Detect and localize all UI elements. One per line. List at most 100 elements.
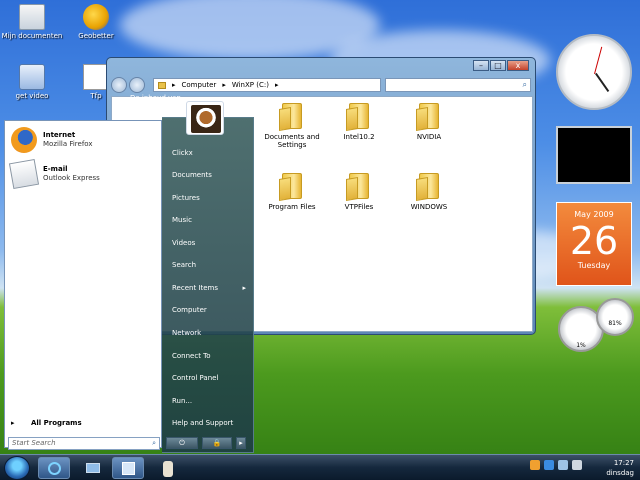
folder-item[interactable]: WINDOWS	[394, 173, 464, 211]
tray-network-icon[interactable]	[544, 460, 554, 470]
navigation-bar: ▸ Computer ▸ WinXP (C:) ▸ ⌕	[111, 76, 533, 94]
search-icon[interactable]: ⌕	[152, 438, 156, 449]
memory-meter-gadget[interactable]: 81%	[596, 298, 634, 336]
clock-hour-hand	[595, 72, 610, 93]
pinned-title: E-mail	[43, 165, 68, 173]
start-item-control-panel[interactable]: Control Panel	[172, 371, 252, 385]
user-picture[interactable]	[186, 101, 224, 135]
video-icon	[19, 64, 45, 90]
start-item-music[interactable]: Music	[172, 213, 252, 227]
taskbar-show-desktop[interactable]	[76, 457, 108, 479]
clock-time: 17:27	[613, 459, 634, 467]
desktop-icon-my-documents[interactable]: Mijn documenten	[0, 4, 64, 40]
breadcrumb-computer[interactable]: Computer	[182, 81, 217, 89]
folder-item[interactable]: Program Files	[257, 173, 327, 211]
breadcrumb-drive[interactable]: WinXP (C:)	[232, 81, 269, 89]
desktop-icon-get-video[interactable]: get video	[0, 64, 64, 100]
start-item-videos[interactable]: Videos	[172, 236, 252, 250]
folder-label: VTPFiles	[344, 203, 374, 211]
start-item-recent-items[interactable]: Recent Items ▸	[172, 281, 252, 295]
start-item-computer[interactable]: Computer	[172, 303, 252, 317]
start-item-help-and-support[interactable]: Help and Support	[172, 416, 252, 430]
folder-item[interactable]: Documents and Settings	[257, 103, 327, 149]
program-icon	[163, 461, 173, 477]
start-button[interactable]	[4, 456, 30, 480]
folder-icon	[282, 173, 302, 199]
start-item-pictures[interactable]: Pictures	[172, 191, 252, 205]
task-pane-text: De inhoud van de station	[130, 94, 181, 111]
minimize-button[interactable]: –	[473, 60, 489, 71]
taskbar-clock[interactable]: 17:27 dinsdag	[606, 458, 634, 478]
desktop-icon-label: get video	[15, 92, 49, 100]
address-bar[interactable]: ▸ Computer ▸ WinXP (C:) ▸	[153, 78, 381, 92]
start-item-network[interactable]: Network	[172, 326, 252, 340]
slideshow-gadget[interactable]	[556, 126, 632, 184]
cpu-value: 1%	[576, 342, 586, 349]
maximize-button[interactable]: □	[490, 60, 506, 71]
start-item-documents[interactable]: Documents	[172, 168, 252, 182]
monitor-icon	[86, 463, 100, 473]
pinned-subtitle: Outlook Express	[43, 174, 100, 182]
globe-icon	[83, 4, 109, 30]
all-programs-button[interactable]: ▸ All Programs	[11, 419, 82, 427]
pinned-internet[interactable]: Internet Mozilla Firefox	[9, 127, 159, 155]
breadcrumb-separator: ▸	[172, 81, 176, 89]
pinned-title: Internet	[43, 131, 76, 139]
start-search-placeholder: Start Search	[12, 439, 56, 447]
start-menu-right-pane: Clickx Documents Pictures Music Videos S…	[162, 117, 254, 453]
lock-button[interactable]: 🔒	[202, 437, 232, 449]
folder-label: WINDOWS	[410, 203, 448, 211]
folder-icon	[349, 173, 369, 199]
taskbar-explorer-window[interactable]	[112, 457, 144, 479]
start-item-run[interactable]: Run...	[172, 394, 252, 408]
calendar-day: 26	[569, 219, 619, 263]
folder-item[interactable]: Intel10.2	[324, 103, 394, 141]
taskbar: 17:27 dinsdag	[0, 454, 640, 480]
folder-label: NVIDIA	[416, 133, 442, 141]
pinned-email[interactable]: E-mail Outlook Express	[8, 158, 159, 190]
clock-gadget[interactable]	[556, 34, 632, 110]
start-menu: Internet Mozilla Firefox E-mail Outlook …	[4, 117, 254, 453]
tray-app-icon[interactable]	[530, 460, 540, 470]
desktop-icon-label: Tfp	[90, 92, 102, 100]
tray-volume-icon[interactable]	[558, 460, 568, 470]
clock-day: dinsdag	[606, 469, 634, 477]
folder-label: Program Files	[268, 203, 316, 211]
internet-explorer-icon	[48, 462, 61, 475]
folder-icon	[282, 103, 302, 129]
start-item-clickx[interactable]: Clickx	[172, 146, 252, 160]
start-item-search[interactable]: Search	[172, 258, 252, 272]
folder-icon	[158, 81, 166, 89]
chevron-right-icon: ▸	[11, 419, 15, 427]
desktop-icon-geobetter[interactable]: Geobetter	[64, 4, 128, 40]
taskbar-internet-explorer[interactable]	[38, 457, 70, 479]
calendar-month: May 2009	[574, 210, 614, 219]
explorer-icon	[122, 462, 135, 475]
close-button[interactable]: x	[507, 60, 529, 71]
documents-icon	[19, 4, 45, 30]
power-button[interactable]: ⏻	[166, 437, 198, 449]
start-item-connect-to[interactable]: Connect To	[172, 349, 252, 363]
start-item-label: Recent Items	[172, 284, 218, 292]
forward-button[interactable]	[129, 77, 145, 93]
chevron-right-icon: ▸	[242, 284, 246, 292]
calendar-weekday: Tuesday	[577, 261, 611, 270]
back-button[interactable]	[111, 77, 127, 93]
folder-item[interactable]: VTPFiles	[324, 173, 394, 211]
user-avatar	[191, 105, 221, 133]
folder-icon	[419, 173, 439, 199]
tray-security-icon[interactable]	[572, 460, 582, 470]
search-icon[interactable]: ⌕	[523, 80, 527, 90]
folder-label: Intel10.2	[343, 133, 375, 141]
folder-icon	[419, 103, 439, 129]
start-search-input[interactable]: Start Search ⌕	[8, 437, 160, 450]
folder-label: Documents and Settings	[264, 133, 320, 149]
calendar-gadget[interactable]: May 2009 26 Tuesday	[556, 202, 632, 286]
search-input[interactable]: ⌕	[385, 78, 531, 92]
desktop-icon-label: Geobetter	[78, 32, 114, 40]
power-controls: ⏻ 🔒 ▸	[166, 437, 246, 449]
pinned-subtitle: Mozilla Firefox	[43, 140, 93, 148]
folder-item[interactable]: NVIDIA	[394, 103, 464, 141]
taskbar-program[interactable]	[152, 457, 184, 479]
power-options-button[interactable]: ▸	[236, 437, 246, 449]
